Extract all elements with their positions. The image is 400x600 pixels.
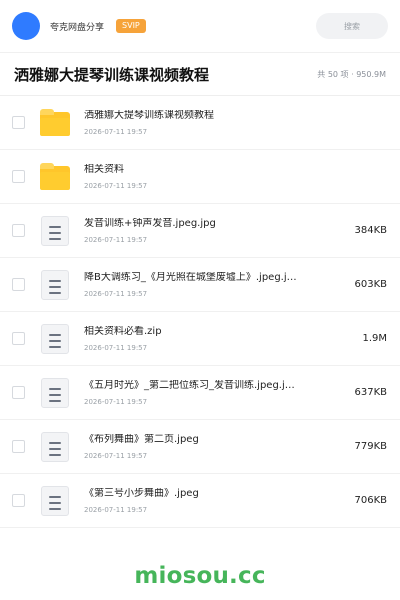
item-size: 384KB <box>354 225 387 236</box>
document-icon <box>40 269 70 300</box>
item-size: 1.9M <box>362 333 387 344</box>
item-name: 相关资料 <box>84 163 124 175</box>
item-name: 降B大调练习_《月光照在城堡废墟上》.jpeg.j… <box>84 271 297 283</box>
item-name: 洒雅娜大提琴训练课视频教程 <box>84 109 214 121</box>
search-input[interactable]: 搜索 <box>316 13 388 39</box>
item-count-and-size: 共 50 项 · 950.9M <box>317 69 386 79</box>
item-date: 2026-07-11 19:57 <box>84 235 148 244</box>
item-text: 《第三号小步舞曲》.jpeg 2026-07-11 19:57 <box>84 488 333 514</box>
item-name: 《布列舞曲》第二页.jpeg <box>84 433 199 445</box>
item-text: 《布列舞曲》第二页.jpeg 2026-07-11 19:57 <box>84 434 333 460</box>
item-name: 《五月时光》_第二把位练习_发音训练.jpeg.j… <box>84 379 295 391</box>
svip-badge: SVIP <box>116 19 146 33</box>
item-text: 降B大调练习_《月光照在城堡废墟上》.jpeg.j… 2026-07-11 19… <box>84 272 333 298</box>
item-date: 2026-07-11 19:57 <box>84 127 148 136</box>
list-item[interactable]: 相关资料必看.zip 2026-07-11 19:57 1.9M <box>0 312 400 366</box>
item-size: 637KB <box>354 387 387 398</box>
document-icon <box>40 215 70 246</box>
list-item[interactable]: 相关资料 2026-07-11 19:57 <box>0 150 400 204</box>
select-checkbox[interactable] <box>12 332 25 345</box>
top-bar: 夸克网盘分享 SVIP 搜索 <box>0 0 400 52</box>
item-size: 603KB <box>354 279 387 290</box>
item-name: 《第三号小步舞曲》.jpeg <box>84 487 199 499</box>
item-date: 2026-07-11 19:57 <box>84 181 148 190</box>
item-text: 发音训练+钟声发音.jpeg.jpg 2026-07-11 19:57 <box>84 218 333 244</box>
item-text: 相关资料 2026-07-11 19:57 <box>84 164 333 190</box>
item-size: 779KB <box>354 441 387 452</box>
list-item[interactable]: 洒雅娜大提琴训练课视频教程 2026-07-11 19:57 <box>0 96 400 150</box>
footer: miosou.cc <box>0 552 400 600</box>
list-item[interactable]: 《第三号小步舞曲》.jpeg 2026-07-11 19:57 706KB <box>0 474 400 528</box>
item-date: 2026-07-11 19:57 <box>84 451 148 460</box>
item-name: 相关资料必看.zip <box>84 325 162 337</box>
document-icon <box>40 323 70 354</box>
select-checkbox[interactable] <box>12 494 25 507</box>
item-text: 《五月时光》_第二把位练习_发音训练.jpeg.j… 2026-07-11 19… <box>84 380 333 406</box>
item-date: 2026-07-11 19:57 <box>84 343 148 352</box>
avatar[interactable] <box>12 12 40 40</box>
document-icon <box>40 485 70 516</box>
brand-label: 夸克网盘分享 <box>50 22 105 33</box>
select-checkbox[interactable] <box>12 386 25 399</box>
list-item[interactable]: 《布列舞曲》第二页.jpeg 2026-07-11 19:57 779KB <box>0 420 400 474</box>
list-item[interactable]: 发音训练+钟声发音.jpeg.jpg 2026-07-11 19:57 384K… <box>0 204 400 258</box>
item-date: 2026-07-11 19:57 <box>84 397 148 406</box>
select-checkbox[interactable] <box>12 440 25 453</box>
item-size: 706KB <box>354 495 387 506</box>
site-watermark: miosou.cc <box>134 563 266 589</box>
select-checkbox[interactable] <box>12 278 25 291</box>
list-item[interactable]: 降B大调练习_《月光照在城堡废墟上》.jpeg.j… 2026-07-11 19… <box>0 258 400 312</box>
folder-title-bar: 洒雅娜大提琴训练课视频教程 共 50 项 · 950.9M <box>0 52 400 96</box>
document-icon <box>40 377 70 408</box>
item-name: 发音训练+钟声发音.jpeg.jpg <box>84 217 216 229</box>
item-date: 2026-07-11 19:57 <box>84 289 148 298</box>
list-item[interactable]: 《五月时光》_第二把位练习_发音训练.jpeg.j… 2026-07-11 19… <box>0 366 400 420</box>
select-checkbox[interactable] <box>12 170 25 183</box>
folder-icon <box>40 162 70 192</box>
file-list: 洒雅娜大提琴训练课视频教程 2026-07-11 19:57 相关资料 2026… <box>0 96 400 528</box>
document-icon <box>40 431 70 462</box>
page-title: 洒雅娜大提琴训练课视频教程 <box>14 65 210 84</box>
item-text: 相关资料必看.zip 2026-07-11 19:57 <box>84 326 333 352</box>
select-checkbox[interactable] <box>12 116 25 129</box>
item-text: 洒雅娜大提琴训练课视频教程 2026-07-11 19:57 <box>84 110 333 136</box>
share-page: 夸克网盘分享 SVIP 搜索 洒雅娜大提琴训练课视频教程 共 50 项 · 95… <box>0 0 400 600</box>
item-date: 2026-07-11 19:57 <box>84 505 148 514</box>
folder-icon <box>40 108 70 138</box>
select-checkbox[interactable] <box>12 224 25 237</box>
